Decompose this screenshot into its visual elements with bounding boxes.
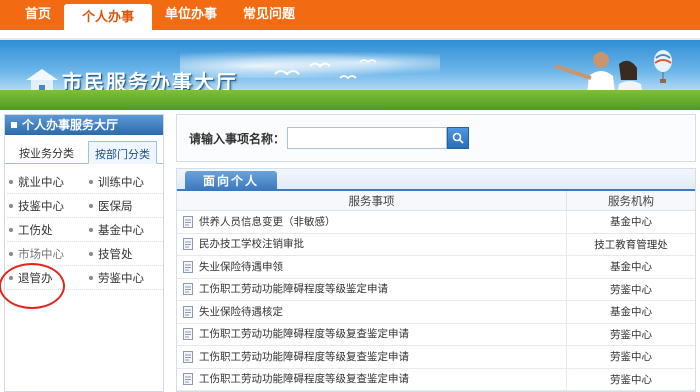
birds-decoration [274, 59, 377, 80]
dept-market-center[interactable]: 市场中心 [7, 242, 87, 266]
document-icon [183, 260, 193, 273]
agency-cell: 技工教育管理处 [594, 238, 668, 251]
table-header: 服务事项 服务机构 [177, 191, 695, 211]
dot-icon [89, 275, 93, 280]
table-row[interactable]: 失业保险待遇申领 基金中心 [177, 256, 695, 279]
nav-unit-affairs[interactable]: 单位办事 [152, 0, 230, 30]
search-icon [452, 132, 464, 144]
dept-label: 就业中心 [18, 174, 64, 189]
service-item-label: 失业保险待遇核定 [199, 305, 283, 318]
grass-decoration [0, 90, 700, 110]
dept-label: 训练中心 [98, 174, 144, 189]
service-item-label: 供养人员信息变更（非敏感） [199, 215, 336, 228]
department-list: 就业中心 训练中心 技鉴中心 医保局 工伤处 基金中心 市场中心 技管处 退管办… [5, 164, 163, 290]
service-item-label: 工伤职工劳动功能障碍程度等级复查鉴定申请 [199, 328, 409, 341]
bullet-icon [11, 122, 17, 128]
document-icon [183, 283, 193, 296]
search-bar: 请输入事项名称： [176, 114, 696, 162]
service-item-label: 工伤职工劳动功能障碍程度等级鉴定申请 [199, 283, 388, 296]
service-item-cell[interactable]: 民办技工学校注销审批 [177, 233, 567, 255]
agency-cell: 劳鉴中心 [610, 373, 652, 386]
service-item-label: 失业保险待遇申领 [199, 260, 283, 273]
document-icon [183, 328, 193, 341]
nav-faq[interactable]: 常见问题 [230, 0, 308, 30]
dept-label: 劳鉴中心 [98, 270, 144, 285]
service-item-label: 工伤职工劳动功能障碍程度等级复查鉴定申请 [199, 350, 409, 363]
agency-cell: 劳鉴中心 [610, 351, 652, 363]
dot-icon [89, 203, 93, 208]
tab-by-department[interactable]: 按部门分类 [88, 141, 157, 164]
dept-medical-insurance[interactable]: 医保局 [87, 194, 163, 218]
services-table: 面向个人 服务事项 服务机构 供养人员信息变更（非敏感） 基金中心 民办技工学校注销… [176, 168, 696, 392]
dot-icon [89, 179, 93, 184]
top-navigation: 首页 个人办事 单位办事 常见问题 [0, 0, 700, 30]
table-row[interactable]: 供养人员信息变更（非敏感） 基金中心 [177, 211, 695, 234]
agency-cell: 劳鉴中心 [610, 283, 652, 296]
dot-icon [9, 251, 13, 256]
table-row[interactable]: 工伤职工劳动功能障碍程度等级鉴定申请 劳鉴中心 [177, 278, 695, 301]
dot-icon [9, 203, 13, 208]
services-tabbar: 面向个人 [177, 169, 695, 191]
dot-icon [9, 179, 13, 184]
table-row[interactable]: 工伤职工劳动功能障碍程度等级复查鉴定申请 劳鉴中心 [177, 323, 695, 346]
tab-by-business[interactable]: 按业务分类 [13, 141, 80, 163]
service-item-cell[interactable]: 失业保险待遇申领 [177, 256, 567, 278]
service-item-label: 民办技工学校注销审批 [199, 238, 304, 251]
document-icon [183, 350, 193, 363]
panel-title: 个人办事服务大厅 [22, 118, 119, 132]
agency-cell: 基金中心 [610, 261, 652, 273]
service-item-label: 工伤职工劳动功能障碍程度等级复查鉴定申请 [199, 373, 409, 386]
agency-cell: 基金中心 [610, 216, 652, 228]
dept-employment-center[interactable]: 就业中心 [7, 170, 87, 194]
service-item-cell[interactable]: 工伤职工劳动功能障碍程度等级复查鉴定申请 [177, 323, 567, 345]
department-panel: 个人办事服务大厅 按业务分类 按部门分类 就业中心 训练中心 技鉴中心 医保局 … [0, 114, 164, 392]
dept-label: 退管办 [18, 270, 53, 285]
service-item-cell[interactable]: 失业保险待遇核定 [177, 301, 567, 323]
nav-personal-affairs[interactable]: 个人办事 [64, 4, 153, 30]
search-input[interactable] [287, 127, 448, 149]
tab-for-individuals[interactable]: 面向个人 [185, 171, 277, 191]
category-tabs: 按业务分类 按部门分类 [5, 135, 163, 164]
dept-label: 医保局 [98, 198, 133, 213]
nav-home[interactable]: 首页 [12, 0, 64, 30]
table-row[interactable]: 工伤职工劳动功能障碍程度等级复查鉴定申请 劳鉴中心 [177, 368, 695, 391]
dept-skill-management[interactable]: 技管处 [87, 242, 163, 266]
dept-label: 技管处 [98, 246, 133, 261]
agency-cell: 劳鉴中心 [610, 328, 652, 341]
document-icon [183, 238, 193, 251]
document-icon [183, 215, 193, 228]
dot-icon [9, 227, 13, 232]
dept-work-injury[interactable]: 工伤处 [7, 218, 87, 242]
dept-retirement-office[interactable]: 退管办 [7, 266, 87, 290]
table-row[interactable]: 民办技工学校注销审批 技工教育管理处 [177, 233, 695, 256]
banner: 市民服务办事大厅 [0, 38, 700, 110]
column-header-agency: 服务机构 [608, 194, 654, 208]
dot-icon [89, 227, 93, 232]
column-header-service-item: 服务事项 [177, 191, 567, 210]
document-icon [183, 373, 193, 386]
table-row[interactable]: 失业保险待遇核定 基金中心 [177, 301, 695, 324]
table-row[interactable]: 工伤职工劳动功能障碍程度等级复查鉴定申请 劳鉴中心 [177, 346, 695, 369]
dot-icon [9, 275, 13, 280]
search-label: 请输入事项名称： [189, 131, 286, 146]
dot-icon [89, 251, 93, 256]
dept-label: 市场中心 [18, 246, 64, 261]
service-item-cell[interactable]: 工伤职工劳动功能障碍程度等级复查鉴定申请 [177, 346, 567, 368]
service-item-cell[interactable]: 工伤职工劳动功能障碍程度等级鉴定申请 [177, 278, 567, 300]
dept-labor-appraisal-center[interactable]: 劳鉴中心 [87, 266, 163, 290]
dept-skill-appraisal-center[interactable]: 技鉴中心 [7, 194, 87, 218]
dept-label: 工伤处 [18, 222, 53, 237]
document-icon [183, 305, 193, 318]
agency-cell: 基金中心 [610, 306, 652, 318]
table-body: 供养人员信息变更（非敏感） 基金中心 民办技工学校注销审批 技工教育管理处 失业保险待遇… [177, 211, 695, 391]
panel-header: 个人办事服务大厅 [5, 115, 163, 135]
dept-fund-center[interactable]: 基金中心 [87, 218, 163, 242]
service-item-cell[interactable]: 工伤职工劳动功能障碍程度等级复查鉴定申请 [177, 368, 567, 390]
balloon-icon [654, 50, 672, 83]
dept-label: 技鉴中心 [18, 198, 64, 213]
search-button[interactable] [447, 127, 470, 149]
dept-training-center[interactable]: 训练中心 [87, 170, 163, 194]
dept-label: 基金中心 [98, 222, 144, 237]
service-item-cell[interactable]: 供养人员信息变更（非敏感） [177, 211, 567, 233]
